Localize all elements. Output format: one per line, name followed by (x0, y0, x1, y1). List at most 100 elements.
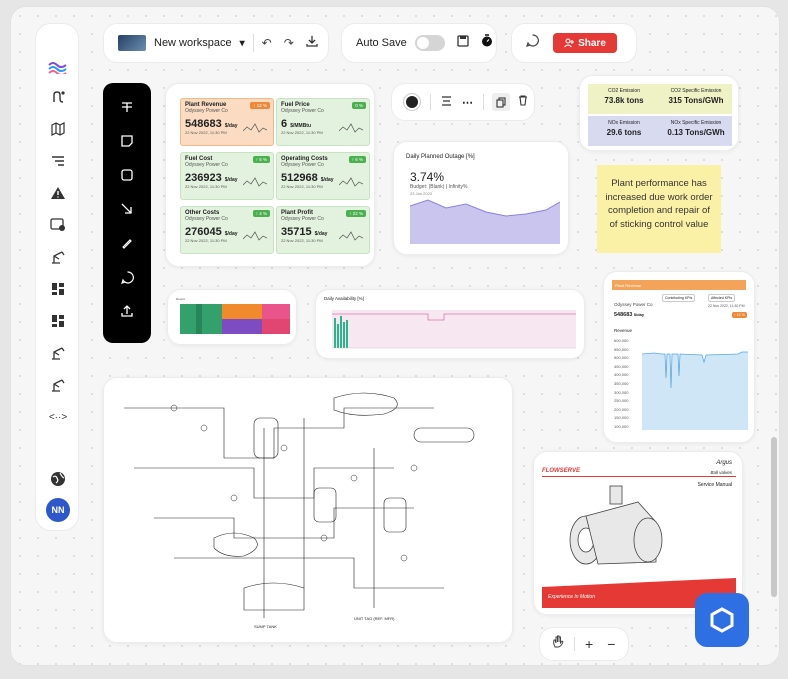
outage-card[interactable]: Daily Planned Outage [%] 3.74% Budget: (… (393, 141, 569, 255)
kpi-badge: ↑ 12 % (250, 102, 270, 109)
emission-tile: CO2 Emission 73.8k tons (588, 84, 660, 114)
outage-budget: Budget: (Blank) | Infinity% (410, 184, 468, 190)
manual-product: Argus (716, 460, 732, 466)
comment-icon[interactable] (526, 34, 539, 52)
share-button[interactable]: Share (553, 33, 617, 53)
timer-icon[interactable] (481, 34, 493, 52)
kpi-sparkline (339, 177, 363, 187)
y-tick-label: 450,000 (614, 363, 629, 369)
align-icon[interactable] (441, 93, 452, 111)
emission-value: 315 Tons/GWh (668, 96, 724, 105)
workspace-toolbar: New workspace ▾ ↶ ↷ (103, 23, 329, 63)
y-tick-label: 350,000 (614, 381, 629, 386)
revenue-detail-card[interactable]: Plant Revenue Odyssey Power Co 548683 $/… (603, 271, 755, 443)
emission-value: 73.8k tons (604, 96, 644, 105)
revenue-company: Odyssey Power Co (614, 302, 653, 307)
kpi-tile[interactable]: Plant Profit Odyssey Power Co 35715 $/da… (276, 206, 370, 254)
save-icon[interactable] (457, 34, 469, 52)
asset-icon[interactable] (48, 248, 68, 266)
y-tick-label: 400,000 (614, 372, 629, 378)
duplicate-icon[interactable] (492, 93, 510, 111)
more-icon[interactable]: ⋯ (462, 96, 473, 109)
heatmap-card[interactable]: Report (167, 289, 297, 345)
kpi-sparkline (243, 123, 267, 133)
device-settings-icon[interactable] (48, 216, 68, 234)
emission-tile: NOx Specific Emission 0.13 Tons/GWh (660, 116, 732, 146)
comment-icon[interactable] (117, 267, 137, 287)
kpi-badge: ↑ 22 % (346, 210, 366, 217)
availability-title: Daily Availability [%] (324, 296, 364, 301)
drawing-toolbar (103, 83, 151, 343)
y-tick-label: 300,000 (614, 389, 629, 395)
pen-icon[interactable] (117, 233, 137, 253)
pid-note-label: UNIT TAG (REF. MFR) (354, 616, 395, 621)
kpi-tile[interactable]: Other Costs Odyssey Power Co 276045 $/da… (180, 206, 274, 254)
outage-title: Daily Planned Outage [%] (406, 154, 475, 160)
y-tick-label: 250,000 (614, 398, 629, 404)
zoom-out-icon[interactable]: − (607, 636, 615, 652)
route-icon[interactable] (48, 88, 68, 106)
revenue-chart-label: Revenue (614, 328, 633, 333)
y-tick-label: 150,000 (614, 415, 629, 421)
pid-diagram-card[interactable]: SUMP TANK UNIT TAG (REF. MFR) (103, 377, 513, 643)
revenue-badge: ↑ 12 % (732, 312, 747, 318)
availability-card[interactable]: Daily Availability [%] (315, 289, 585, 359)
kpi-tile[interactable]: Operating Costs Odyssey Power Co 512968 … (276, 152, 370, 200)
contributing-kpis-button[interactable]: Contributing KPIs (662, 294, 696, 302)
emission-tile: CO2 Specific Emission 315 Tons/GWh (660, 84, 732, 114)
hand-icon[interactable] (552, 635, 564, 653)
manual-subtitle: Ball valves (710, 470, 732, 475)
warning-icon[interactable] (48, 184, 68, 202)
left-sidebar: <··> NN (35, 23, 79, 531)
chevron-down-icon[interactable]: ▾ (240, 38, 245, 49)
sticky-note-icon[interactable] (117, 131, 137, 151)
kpi-sparkline (339, 231, 363, 241)
emission-value: 0.13 Tons/GWh (667, 128, 725, 137)
pid-diagram: SUMP TANK UNIT TAG (REF. MFR) (124, 392, 475, 629)
add-user-icon (564, 38, 575, 48)
map-icon[interactable] (48, 120, 68, 138)
list-icon[interactable] (48, 152, 68, 170)
kpi-tile[interactable]: Fuel Price Odyssey Power Co 6 $/MMBtu 22… (276, 98, 370, 146)
vertical-scrollbar[interactable] (771, 437, 777, 597)
color-swatch[interactable] (404, 94, 420, 110)
revenue-panel-date: 22 Nov 2022, 11:30 PM (708, 304, 745, 308)
arrow-icon[interactable] (117, 199, 137, 219)
kpi-badge: ↑ 5 % (252, 156, 270, 163)
kpi-grid-card[interactable]: Plant Revenue Odyssey Power Co 548683 $/… (165, 83, 375, 267)
affected-kpis-button[interactable]: Affected KPIs (708, 294, 736, 302)
kpi-tile[interactable]: Fuel Cost Odyssey Power Co 236923 $/day … (180, 152, 274, 200)
asset-icon[interactable] (48, 376, 68, 394)
workspace-name[interactable]: New workspace (154, 37, 232, 49)
rectangle-icon[interactable] (117, 165, 137, 185)
app-launcher-button[interactable] (695, 593, 749, 647)
avatar[interactable]: NN (46, 498, 70, 522)
kpi-sparkline (243, 177, 267, 187)
trash-icon[interactable] (518, 93, 528, 111)
autosave-toggle[interactable] (414, 35, 445, 51)
zoom-in-icon[interactable]: + (585, 636, 593, 652)
kpi-tile[interactable]: Plant Revenue Odyssey Power Co 548683 $/… (180, 98, 274, 146)
redo-icon[interactable]: ↷ (284, 36, 294, 50)
asset-icon[interactable] (48, 344, 68, 362)
logo-icon[interactable] (48, 58, 68, 76)
workspace-thumbnail (118, 35, 146, 51)
emission-value: 29.6 tons (606, 128, 642, 137)
text-tool-icon[interactable] (117, 97, 137, 117)
y-tick-label: 550,000 (614, 346, 629, 352)
emissions-card[interactable]: CO2 Emission 73.8k tons CO2 Specific Emiss… (579, 75, 739, 151)
manual-card[interactable]: FLOWSERVE Argus Ball valves Service Manu… (533, 451, 743, 615)
outage-value: 3.74% (410, 170, 445, 184)
canvas[interactable]: <··> NN New workspace ▾ ↶ ↷ Auto Save Sh… (10, 6, 780, 666)
undo-icon[interactable]: ↶ (262, 36, 272, 50)
download-icon[interactable] (306, 34, 318, 52)
sticky-note[interactable]: Plant performance has increased due work… (597, 165, 721, 253)
embed-icon[interactable]: <··> (48, 408, 68, 426)
share-toolbar: Share (511, 23, 637, 63)
kpi-badge: 0 % (352, 102, 366, 109)
dashboard-icon[interactable] (48, 280, 68, 298)
upload-icon[interactable] (117, 301, 137, 321)
globe-icon[interactable] (48, 470, 68, 488)
dashboard-icon[interactable] (48, 312, 68, 330)
kpi-badge: ↑ 4 % (252, 210, 270, 217)
